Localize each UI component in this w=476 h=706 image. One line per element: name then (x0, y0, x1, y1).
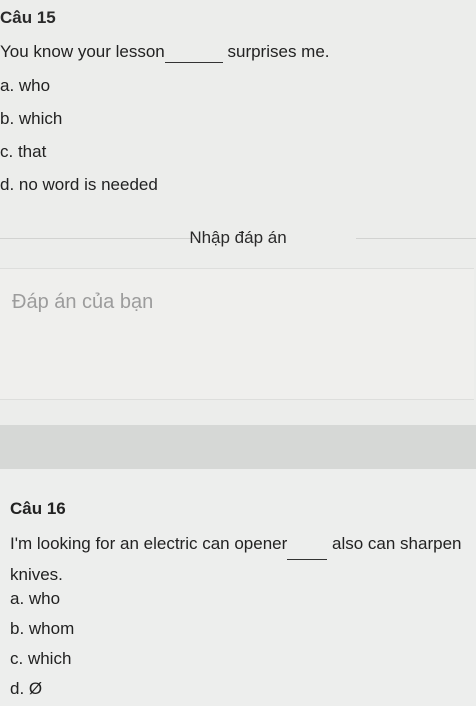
option-c[interactable]: c. that (0, 142, 46, 162)
stem-text-after: surprises me. (222, 42, 330, 61)
stem-text-before: I'm looking for an electric can opener (10, 534, 288, 553)
question-16: Câu 16 I'm looking for an electric can o… (0, 469, 476, 706)
option-b[interactable]: b. which (0, 109, 62, 129)
option-a[interactable]: a. who (10, 589, 60, 609)
option-d[interactable]: d. Ø (10, 679, 42, 699)
answer-header-label: Nhập đáp án (189, 228, 287, 247)
option-b[interactable]: b. whom (10, 619, 74, 639)
section-divider (0, 425, 476, 469)
answer-placeholder: Đáp án của bạn (12, 291, 154, 313)
answer-header: Nhập đáp án (0, 220, 476, 256)
answer-blank (287, 529, 328, 560)
option-d[interactable]: d. no word is needed (0, 175, 158, 195)
question-title: Câu 16 (10, 499, 66, 518)
question-stem: I'm looking for an electric can opener a… (10, 529, 470, 590)
option-a[interactable]: a. who (0, 76, 50, 96)
question-15: Câu 15 You know your lesson surprises me… (0, 0, 476, 215)
answer-input[interactable]: Đáp án của bạn (0, 268, 474, 400)
answer-blank (164, 42, 223, 63)
stem-text-before: You know your lesson (0, 42, 165, 61)
option-c[interactable]: c. which (10, 649, 71, 669)
question-stem: You know your lesson surprises me. (0, 42, 330, 63)
question-title: Câu 15 (0, 8, 56, 27)
